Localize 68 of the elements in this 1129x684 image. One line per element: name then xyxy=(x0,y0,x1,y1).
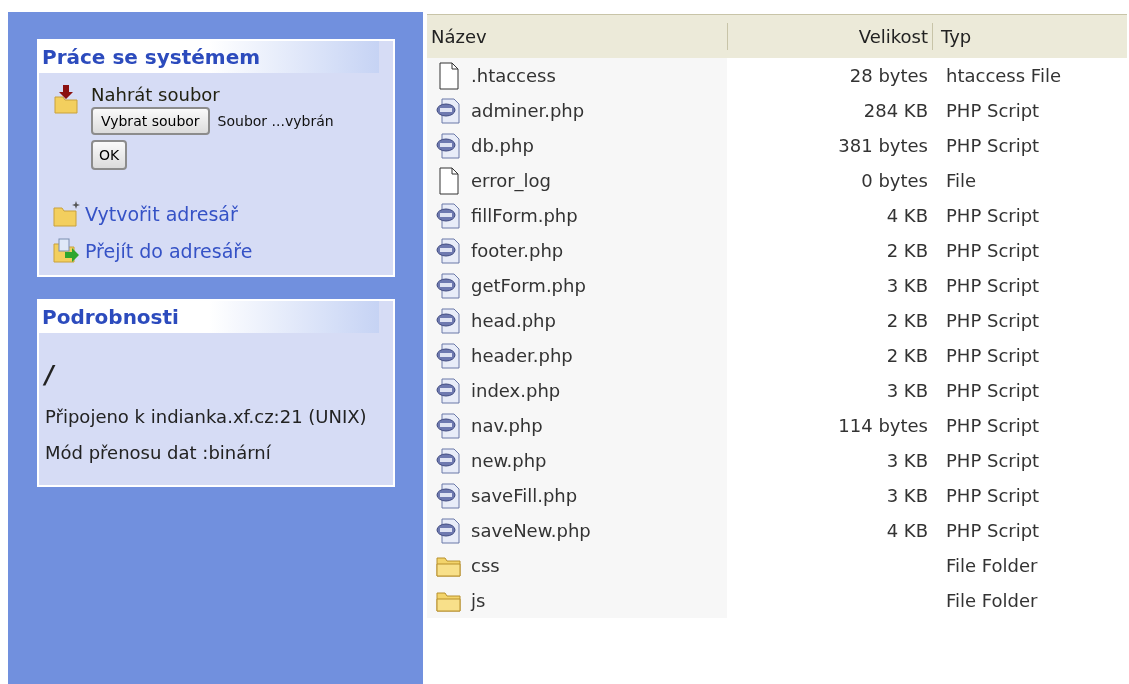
file-name[interactable]: new.php xyxy=(471,447,547,474)
file-size: 4 KB xyxy=(886,520,928,541)
script-file-icon xyxy=(436,97,462,124)
script-file-icon xyxy=(436,377,462,404)
file-type: htaccess File xyxy=(945,64,1062,88)
file-type: PHP Script xyxy=(945,274,1041,298)
file-type: PHP Script xyxy=(945,344,1041,368)
file-type: PHP Script xyxy=(945,414,1041,438)
file-name[interactable]: db.php xyxy=(471,132,534,159)
file-icon xyxy=(438,166,460,195)
script-file-icon xyxy=(436,517,462,544)
script-file-icon xyxy=(436,307,462,334)
script-file-icon xyxy=(436,447,462,474)
file-type: File Folder xyxy=(945,589,1039,613)
file-type: File xyxy=(945,169,978,193)
file-name[interactable]: nav.php xyxy=(471,412,543,439)
file-type: PHP Script xyxy=(945,309,1041,333)
file-type: File Folder xyxy=(945,554,1039,578)
script-file-icon xyxy=(436,202,462,229)
file-type: PHP Script xyxy=(945,204,1041,228)
file-size: 114 bytes xyxy=(838,415,928,436)
upload-folder-icon xyxy=(53,85,79,115)
file-type: PHP Script xyxy=(945,134,1041,158)
path-text: / xyxy=(43,360,57,391)
column-header[interactable]: Velikost xyxy=(727,23,932,50)
file-type: PHP Script xyxy=(945,519,1041,543)
panel-title: Podrobnosti xyxy=(39,301,379,333)
file-type: PHP Script xyxy=(945,379,1041,403)
file-type: PHP Script xyxy=(945,239,1041,263)
file-type: PHP Script xyxy=(945,449,1041,473)
folder-link[interactable]: Přejít do adresáře xyxy=(85,236,253,265)
file-size: 4 KB xyxy=(886,205,928,226)
choose-file-button[interactable]: Vybrat soubor xyxy=(91,107,210,135)
script-file-icon xyxy=(436,272,462,299)
file-size: 3 KB xyxy=(886,275,928,296)
file-size: 3 KB xyxy=(886,485,928,506)
column-header[interactable]: Název xyxy=(427,23,727,50)
script-file-icon xyxy=(436,342,462,369)
file-size: 2 KB xyxy=(886,240,928,261)
folder-link[interactable]: Vytvořit adresář xyxy=(85,200,238,229)
file-size: 28 bytes xyxy=(849,65,928,86)
folder-icon xyxy=(436,554,462,577)
file-name[interactable]: js xyxy=(471,587,486,614)
upload-label: Nahrát soubor xyxy=(91,83,221,107)
file-size: 2 KB xyxy=(886,345,928,366)
detail-text: Připojeno k indianka.xf.cz:21 (UNIX) xyxy=(44,405,368,429)
file-status-text: Soubor ...vybrán xyxy=(217,111,334,131)
folder-icon xyxy=(436,589,462,612)
detail-text: Mód přenosu dat :binární xyxy=(44,441,272,465)
file-type: PHP Script xyxy=(945,99,1041,123)
script-file-icon xyxy=(436,237,462,264)
script-file-icon xyxy=(436,412,462,439)
file-size: 2 KB xyxy=(886,310,928,331)
file-size: 0 bytes xyxy=(861,170,928,191)
script-file-icon xyxy=(436,482,462,509)
file-name[interactable]: css xyxy=(471,552,500,579)
script-file-icon xyxy=(436,132,462,159)
folder-arrow-icon xyxy=(53,237,81,264)
file-type: PHP Script xyxy=(945,484,1041,508)
file-size: 3 KB xyxy=(886,380,928,401)
panel-title: Práce se systémem xyxy=(39,41,379,73)
column-header[interactable]: Typ xyxy=(932,23,1127,50)
file-size: 3 KB xyxy=(886,450,928,471)
new-folder-icon xyxy=(53,200,81,229)
file-size: 284 KB xyxy=(863,100,928,121)
file-icon xyxy=(438,61,460,90)
ok-button[interactable]: OK xyxy=(91,140,128,170)
file-size: 381 bytes xyxy=(838,135,928,156)
